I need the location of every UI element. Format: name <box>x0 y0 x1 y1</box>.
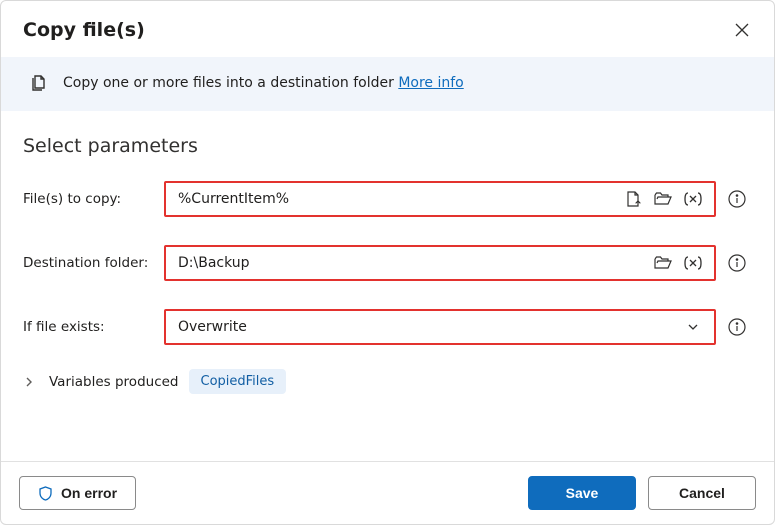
section-title: Select parameters <box>23 135 752 157</box>
shield-icon <box>38 486 53 501</box>
folder-open-icon <box>654 191 672 207</box>
dialog-title: Copy file(s) <box>23 19 145 41</box>
variable-chip-copiedfiles[interactable]: CopiedFiles <box>189 369 287 394</box>
destination-folder-input[interactable]: D:\Backup <box>164 245 716 281</box>
close-button[interactable] <box>732 20 752 40</box>
info-icon <box>728 190 746 208</box>
cancel-button[interactable]: Cancel <box>648 476 756 510</box>
info-icon <box>728 318 746 336</box>
select-file-button[interactable] <box>620 187 646 211</box>
on-error-button[interactable]: On error <box>19 476 136 510</box>
variable-icon <box>683 255 703 271</box>
files-to-copy-label: File(s) to copy: <box>23 191 158 207</box>
file-add-icon <box>625 191 641 207</box>
insert-variable-button-dest[interactable] <box>680 251 706 275</box>
more-info-link[interactable]: More info <box>398 75 463 91</box>
chevron-right-icon <box>23 376 35 388</box>
info-button-exists[interactable] <box>722 318 752 336</box>
variables-produced-label: Variables produced <box>49 374 179 390</box>
on-error-label: On error <box>61 485 117 501</box>
insert-variable-button[interactable] <box>680 187 706 211</box>
info-button-files[interactable] <box>722 190 752 208</box>
banner-text: Copy one or more files into a destinatio… <box>63 75 394 91</box>
chevron-down-icon <box>686 320 700 334</box>
if-file-exists-select[interactable]: Overwrite <box>164 309 716 345</box>
variables-produced-row[interactable]: Variables produced CopiedFiles <box>23 369 752 394</box>
browse-folder-button[interactable] <box>650 187 676 211</box>
variable-icon <box>683 191 703 207</box>
files-to-copy-input[interactable]: %CurrentItem% <box>164 181 716 217</box>
files-to-copy-value: %CurrentItem% <box>178 191 616 207</box>
dropdown-toggle[interactable] <box>680 315 706 339</box>
close-icon <box>735 23 749 37</box>
copy-icon <box>29 73 49 93</box>
info-button-dest[interactable] <box>722 254 752 272</box>
if-file-exists-label: If file exists: <box>23 319 158 335</box>
browse-folder-button-dest[interactable] <box>650 251 676 275</box>
info-icon <box>728 254 746 272</box>
save-button[interactable]: Save <box>528 476 636 510</box>
if-file-exists-value: Overwrite <box>178 319 676 335</box>
destination-folder-value: D:\Backup <box>178 255 646 271</box>
folder-open-icon <box>654 255 672 271</box>
destination-folder-label: Destination folder: <box>23 255 158 271</box>
info-banner: Copy one or more files into a destinatio… <box>1 57 774 111</box>
